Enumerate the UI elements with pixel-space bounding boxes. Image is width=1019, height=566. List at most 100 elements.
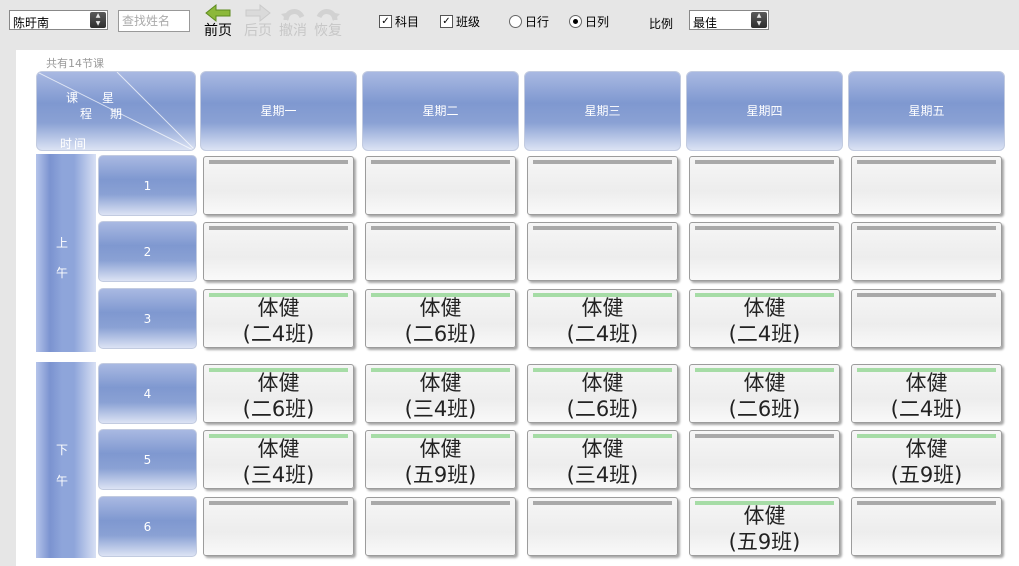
cell-subject: 体健 — [581, 437, 624, 461]
session-morning-label-bottom: 午 — [56, 266, 69, 280]
cell-class: (三4班) — [242, 463, 315, 487]
timetable-cell-mon-p4[interactable]: 体健 (二6班) — [203, 364, 354, 423]
timetable-cell-tue-p6[interactable] — [365, 497, 516, 556]
cell-subject: 体健 — [257, 437, 300, 461]
timetable-cell-fri-p5[interactable]: 体健 (五9班) — [851, 430, 1002, 489]
timetable-cell-wed-p5[interactable]: 体健 (三4班) — [527, 430, 678, 489]
period-header-1: 1 — [98, 155, 197, 216]
timetable-cell-tue-p1[interactable] — [365, 156, 516, 215]
session-afternoon-label-top: 下 — [56, 443, 69, 457]
timetable-cell-fri-p1[interactable] — [851, 156, 1002, 215]
cell-top-bar — [209, 160, 348, 164]
cell-subject: 体健 — [419, 437, 462, 461]
timetable-cell-mon-p1[interactable] — [203, 156, 354, 215]
cell-top-bar — [533, 226, 672, 230]
lesson-count: 共有14节课 — [46, 57, 104, 70]
cell-class: (二4班) — [890, 397, 963, 421]
period-header-2: 2 — [98, 221, 197, 282]
timetable-cell-tue-p4[interactable]: 体健 (三4班) — [365, 364, 516, 423]
cell-class: (二4班) — [566, 322, 639, 346]
cell-subject: 体健 — [581, 296, 624, 320]
cell-top-bar — [857, 501, 996, 505]
timetable-cell-thu-p1[interactable] — [689, 156, 840, 215]
cell-subject: 体健 — [743, 371, 786, 395]
ratio-select[interactable]: 最佳 ▲ ▼ — [689, 10, 769, 30]
cell-class: (五9班) — [404, 463, 477, 487]
corner-label-cheng: 程 — [80, 107, 93, 121]
timetable-cell-tue-p2[interactable] — [365, 222, 516, 281]
timetable-cell-thu-p6[interactable]: 体健 (五9班) — [689, 497, 840, 556]
radio-unselected-icon[interactable] — [509, 14, 522, 28]
timetable-cell-mon-p3[interactable]: 体健 (二4班) — [203, 289, 354, 348]
ratio-select-value: 最佳 — [693, 16, 718, 30]
timetable-cell-mon-p6[interactable] — [203, 497, 354, 556]
period-header-3: 3 — [98, 288, 197, 349]
cell-top-bar — [857, 293, 996, 297]
cell-class: (二6班) — [242, 397, 315, 421]
cell-subject: 体健 — [905, 437, 948, 461]
subject-checkbox[interactable]: ✓ 科目 — [379, 13, 419, 29]
cell-top-bar — [695, 434, 834, 438]
radio-selected-icon[interactable] — [569, 14, 582, 28]
day-header-wed: 星期三 — [524, 71, 681, 151]
day-row-radio-label: 日行 — [525, 14, 550, 29]
day-col-radio[interactable]: 日列 — [569, 13, 609, 29]
cell-subject: 体健 — [257, 371, 300, 395]
timetable-cell-thu-p4[interactable]: 体健 (二6班) — [689, 364, 840, 423]
cell-subject: 体健 — [419, 371, 462, 395]
teacher-select-value: 陈旴南 — [13, 16, 50, 30]
session-morning-label-top: 上 — [56, 236, 69, 250]
timetable-cell-tue-p5[interactable]: 体健 (五9班) — [365, 430, 516, 489]
period-header-4: 4 — [98, 363, 197, 424]
name-search-input[interactable] — [118, 10, 190, 32]
class-checkbox[interactable]: ✓ 班级 — [440, 13, 480, 29]
cell-top-bar — [371, 160, 510, 164]
redo-icon — [316, 9, 340, 21]
timetable-cell-fri-p4[interactable]: 体健 (二4班) — [851, 364, 1002, 423]
corner-label-qi: 期 — [110, 107, 123, 121]
timetable-cell-wed-p1[interactable] — [527, 156, 678, 215]
checkbox-checked-icon[interactable]: ✓ — [440, 14, 453, 28]
cell-top-bar — [695, 226, 834, 230]
day-header-mon: 星期一 — [200, 71, 357, 151]
timetable-cell-wed-p3[interactable]: 体健 (二4班) — [527, 289, 678, 348]
timetable-cell-mon-p5[interactable]: 体健 (三4班) — [203, 430, 354, 489]
undo-icon — [281, 9, 305, 21]
cell-subject: 体健 — [257, 296, 300, 320]
cell-subject: 体健 — [581, 371, 624, 395]
timetable-cell-thu-p3[interactable]: 体健 (二4班) — [689, 289, 840, 348]
timetable-cell-fri-p3[interactable] — [851, 289, 1002, 348]
timetable-cell-wed-p2[interactable] — [527, 222, 678, 281]
timetable-cell-mon-p2[interactable] — [203, 222, 354, 281]
day-row-radio[interactable]: 日行 — [509, 13, 549, 29]
cell-class: (三4班) — [566, 463, 639, 487]
teacher-select[interactable]: 陈旴南 ▲ ▼ — [9, 10, 108, 30]
class-checkbox-label: 班级 — [456, 14, 481, 29]
corner-header: 课 程 星 期 时 间 — [36, 71, 196, 151]
prev-page-button[interactable]: 前页 — [196, 3, 240, 43]
timetable-cell-fri-p6[interactable] — [851, 497, 1002, 556]
corner-label-jian: 间 — [74, 137, 87, 151]
spinner-arrows-icon[interactable]: ▲ ▼ — [751, 12, 767, 28]
timetable-cell-tue-p3[interactable]: 体健 (二6班) — [365, 289, 516, 348]
cell-subject: 体健 — [743, 504, 786, 528]
timetable-cell-fri-p2[interactable] — [851, 222, 1002, 281]
corner-label-shi: 时 — [60, 137, 73, 151]
cell-top-bar — [533, 501, 672, 505]
cell-top-bar — [695, 160, 834, 164]
cell-class: (二6班) — [728, 397, 801, 421]
redo-button[interactable]: 恢复 — [306, 3, 350, 43]
cell-top-bar — [533, 160, 672, 164]
timetable-cell-wed-p6[interactable] — [527, 497, 678, 556]
redo-label: 恢复 — [314, 23, 342, 39]
day-header-thu: 星期四 — [686, 71, 843, 151]
day-col-radio-label: 日列 — [585, 14, 610, 29]
day-header-fri: 星期五 — [848, 71, 1005, 151]
period-header-5: 5 — [98, 429, 197, 490]
spinner-arrows-icon[interactable]: ▲ ▼ — [90, 12, 106, 28]
timetable-cell-thu-p2[interactable] — [689, 222, 840, 281]
timetable-cell-wed-p4[interactable]: 体健 (二6班) — [527, 364, 678, 423]
cell-top-bar — [857, 160, 996, 164]
timetable-cell-thu-p5[interactable] — [689, 430, 840, 489]
checkbox-checked-icon[interactable]: ✓ — [379, 14, 392, 28]
